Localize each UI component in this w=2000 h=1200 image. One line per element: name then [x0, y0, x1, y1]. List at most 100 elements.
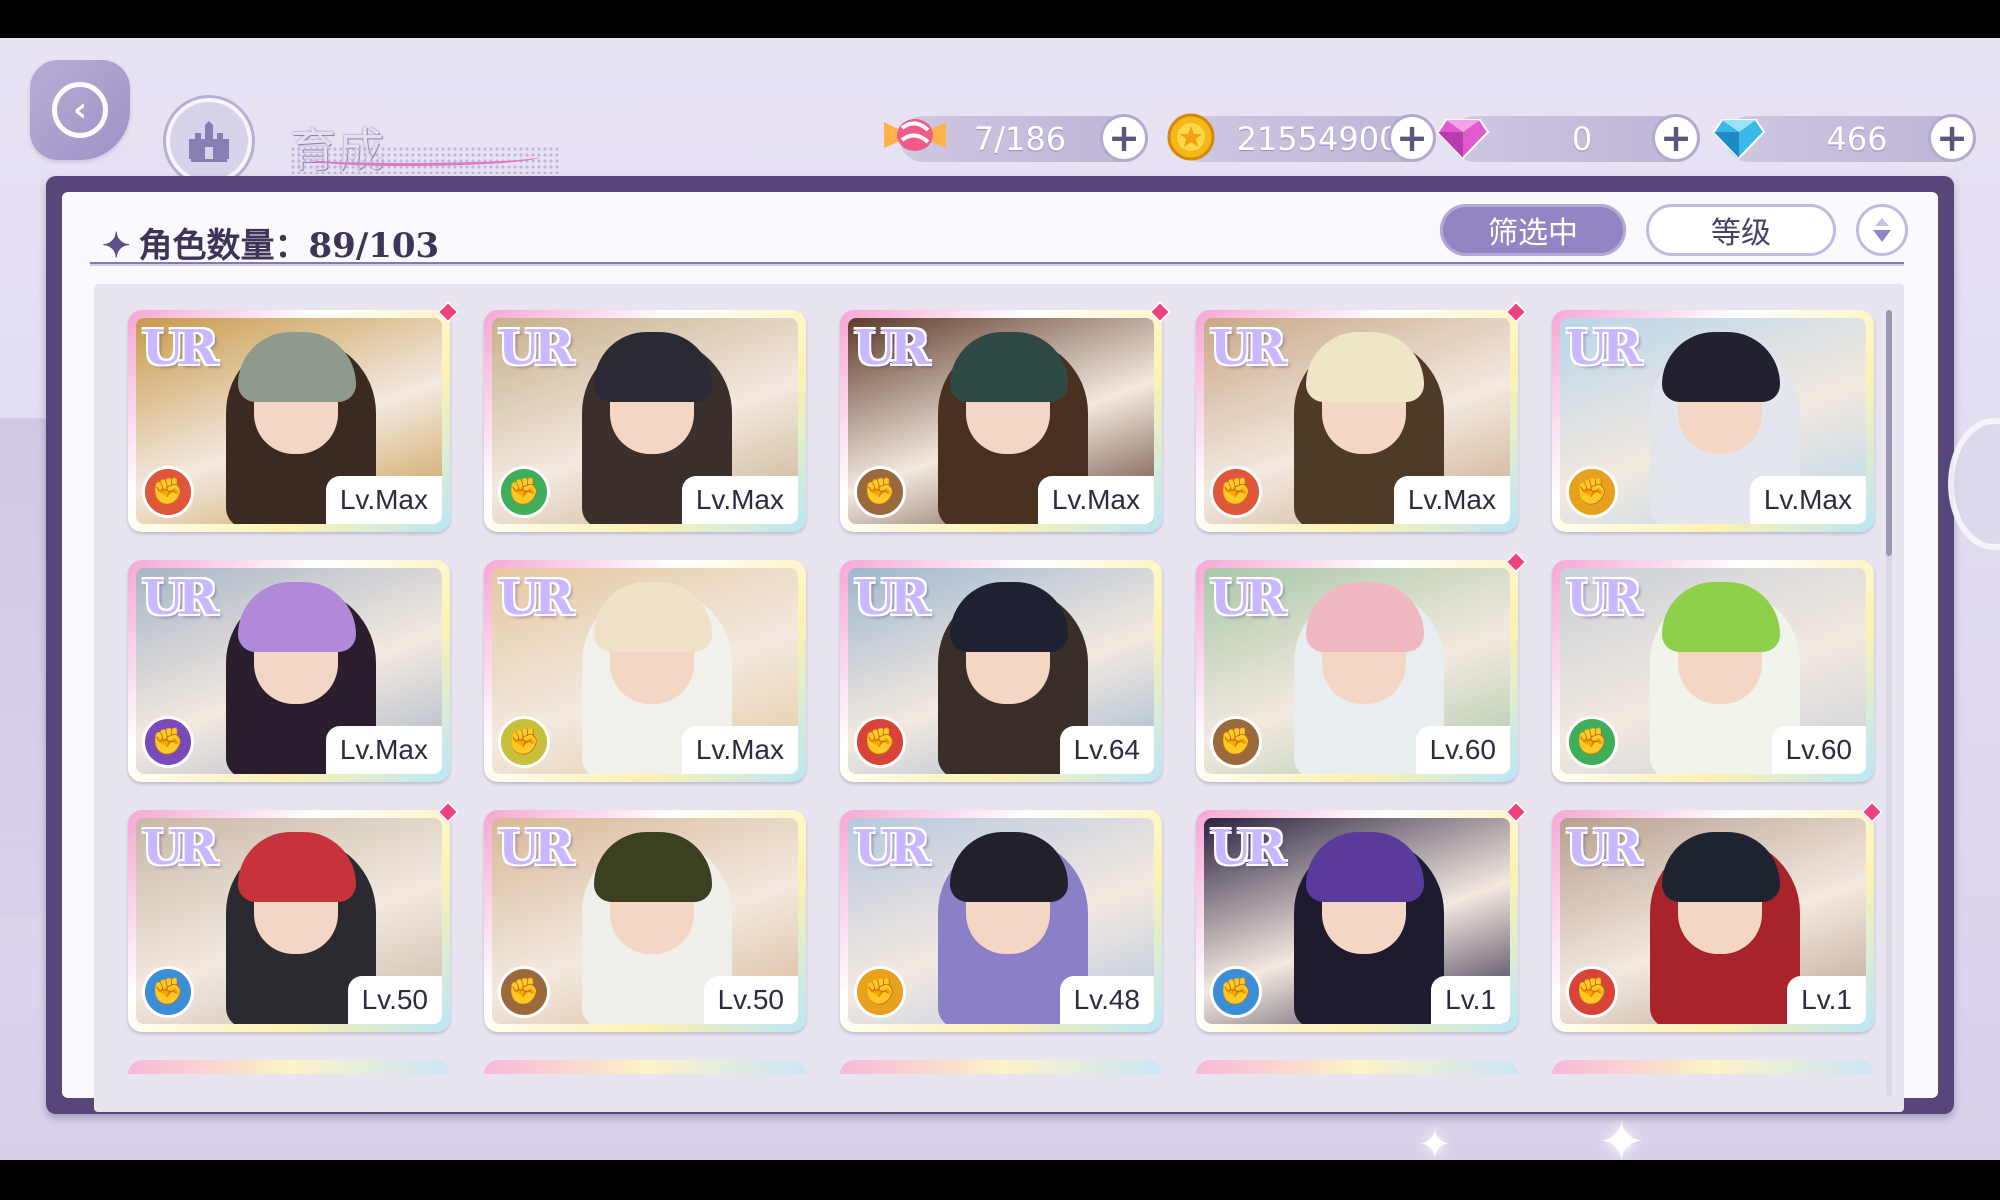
character-hair — [594, 582, 712, 652]
character-card[interactable]: UR ✊ Lv.Max — [484, 310, 806, 532]
rarity-badge: UR — [854, 820, 930, 876]
character-card[interactable]: UR ✊ Lv.Max — [1196, 300, 1528, 532]
rarity-badge: UR — [1566, 570, 1642, 626]
header-divider — [90, 262, 1904, 266]
level-label: Lv.60 — [1415, 726, 1510, 774]
character-card[interactable]: UR ✊ Lv.Max — [128, 300, 460, 532]
back-icon: ‹ — [52, 82, 108, 138]
attribute-icon: ✊ — [142, 716, 194, 768]
character-hair — [1306, 332, 1424, 402]
level-label: Lv.Max — [681, 726, 798, 774]
character-card[interactable]: UR ✊ Lv.1 — [1196, 800, 1528, 1032]
character-card-partial[interactable] — [128, 1060, 450, 1074]
currency-pink-diamond-value: 0 — [1571, 120, 1593, 158]
level-label: Lv.Max — [1393, 476, 1510, 524]
character-hair — [238, 332, 356, 402]
attribute-icon: ✊ — [1566, 966, 1618, 1018]
character-card[interactable]: UR ✊ Lv.Max — [1552, 310, 1874, 532]
level-label: Lv.Max — [1037, 476, 1154, 524]
character-card[interactable]: UR ✊ Lv.60 — [1552, 560, 1874, 782]
level-label: Lv.Max — [1749, 476, 1866, 524]
back-button[interactable]: ‹ — [30, 60, 130, 160]
attribute-icon: ✊ — [142, 966, 194, 1018]
attribute-icon: ✊ — [1566, 466, 1618, 518]
attribute-icon: ✊ — [1210, 466, 1262, 518]
add-blue-diamond-button[interactable]: + — [1928, 114, 1976, 162]
level-label: Lv.1 — [1787, 976, 1866, 1024]
character-portrait: UR ✊ Lv.Max — [1560, 318, 1866, 524]
character-portrait: UR ✊ Lv.60 — [1204, 568, 1510, 774]
character-card[interactable]: UR ✊ Lv.50 — [484, 810, 806, 1032]
character-card[interactable]: UR ✊ Lv.64 — [840, 560, 1162, 782]
sort-button[interactable]: 等级 — [1646, 204, 1836, 256]
grid-scroll-thumb[interactable] — [1886, 310, 1892, 556]
character-portrait: UR ✊ Lv.Max — [1204, 318, 1510, 524]
character-portrait: UR ✊ Lv.50 — [136, 818, 442, 1024]
level-label: Lv.Max — [681, 476, 798, 524]
character-card[interactable]: UR ✊ Lv.Max — [484, 560, 806, 782]
attribute-icon: ✊ — [1210, 716, 1262, 768]
character-portrait: UR ✊ Lv.48 — [848, 818, 1154, 1024]
sort-order-button[interactable] — [1856, 204, 1908, 256]
sparkle-icon: ✦ — [102, 226, 131, 266]
currency-candy-value: 7/186 — [973, 120, 1067, 158]
character-hair — [238, 832, 356, 902]
character-card[interactable]: UR ✊ Lv.50 — [128, 800, 460, 1032]
add-coin-button[interactable]: + — [1388, 114, 1436, 162]
character-card[interactable]: UR ✊ Lv.48 — [840, 810, 1162, 1032]
currency-blue-diamond-value: 466 — [1826, 120, 1888, 158]
character-card-partial[interactable] — [1552, 1060, 1874, 1074]
rarity-badge: UR — [498, 820, 574, 876]
character-hair — [1662, 832, 1780, 902]
level-label: Lv.50 — [347, 976, 442, 1024]
character-portrait: UR ✊ Lv.60 — [1560, 568, 1866, 774]
rarity-badge: UR — [1566, 320, 1642, 376]
character-card-partial[interactable] — [840, 1060, 1162, 1074]
rarity-badge: UR — [1210, 570, 1286, 626]
character-portrait: UR ✊ Lv.Max — [848, 318, 1154, 524]
character-card-partial[interactable] — [1196, 1060, 1518, 1074]
level-label: Lv.Max — [325, 726, 442, 774]
attribute-icon: ✊ — [854, 466, 906, 518]
character-count-text: 角色数量：89/103 — [138, 226, 440, 266]
add-candy-button[interactable]: + — [1100, 114, 1148, 162]
level-label: Lv.64 — [1059, 726, 1154, 774]
sparkle-icon: ✦ — [1418, 1122, 1452, 1160]
character-card-partial[interactable] — [484, 1060, 806, 1074]
attribute-icon: ✊ — [854, 716, 906, 768]
character-hair — [950, 832, 1068, 902]
rarity-badge: UR — [142, 570, 218, 626]
level-label: Lv.1 — [1431, 976, 1510, 1024]
character-portrait: UR ✊ Lv.1 — [1560, 818, 1866, 1024]
filter-button[interactable]: 筛选中 — [1440, 204, 1626, 256]
character-portrait: UR ✊ Lv.Max — [492, 318, 798, 524]
character-count: ✦ 角色数量：89/103 — [102, 218, 439, 267]
add-pink-diamond-button[interactable]: + — [1652, 114, 1700, 162]
character-portrait: UR ✊ Lv.1 — [1204, 818, 1510, 1024]
home-button[interactable] — [166, 98, 252, 184]
character-portrait: UR ✊ Lv.Max — [492, 568, 798, 774]
rarity-badge: UR — [1210, 320, 1286, 376]
character-card[interactable]: UR ✊ Lv.Max — [840, 300, 1172, 532]
rarity-badge: UR — [854, 570, 930, 626]
character-card[interactable]: UR ✊ Lv.60 — [1196, 550, 1528, 782]
attribute-icon: ✊ — [498, 716, 550, 768]
pink-diamond-icon — [1436, 119, 1490, 160]
level-label: Lv.48 — [1059, 976, 1154, 1024]
rarity-badge: UR — [1566, 820, 1642, 876]
attribute-icon: ✊ — [498, 466, 550, 518]
sort-order-icon — [1873, 218, 1891, 242]
character-hair — [950, 582, 1068, 652]
rarity-badge: UR — [498, 570, 574, 626]
candy-icon — [884, 119, 946, 151]
character-card[interactable]: UR ✊ Lv.1 — [1552, 800, 1884, 1032]
coin-icon — [1167, 113, 1215, 161]
character-portrait: UR ✊ Lv.64 — [848, 568, 1154, 774]
rarity-badge: UR — [142, 820, 218, 876]
character-hair — [1306, 582, 1424, 652]
character-hair — [238, 582, 356, 652]
attribute-icon: ✊ — [1566, 716, 1618, 768]
castle-icon — [189, 121, 229, 162]
character-portrait: UR ✊ Lv.Max — [136, 568, 442, 774]
character-card[interactable]: UR ✊ Lv.Max — [128, 560, 450, 782]
